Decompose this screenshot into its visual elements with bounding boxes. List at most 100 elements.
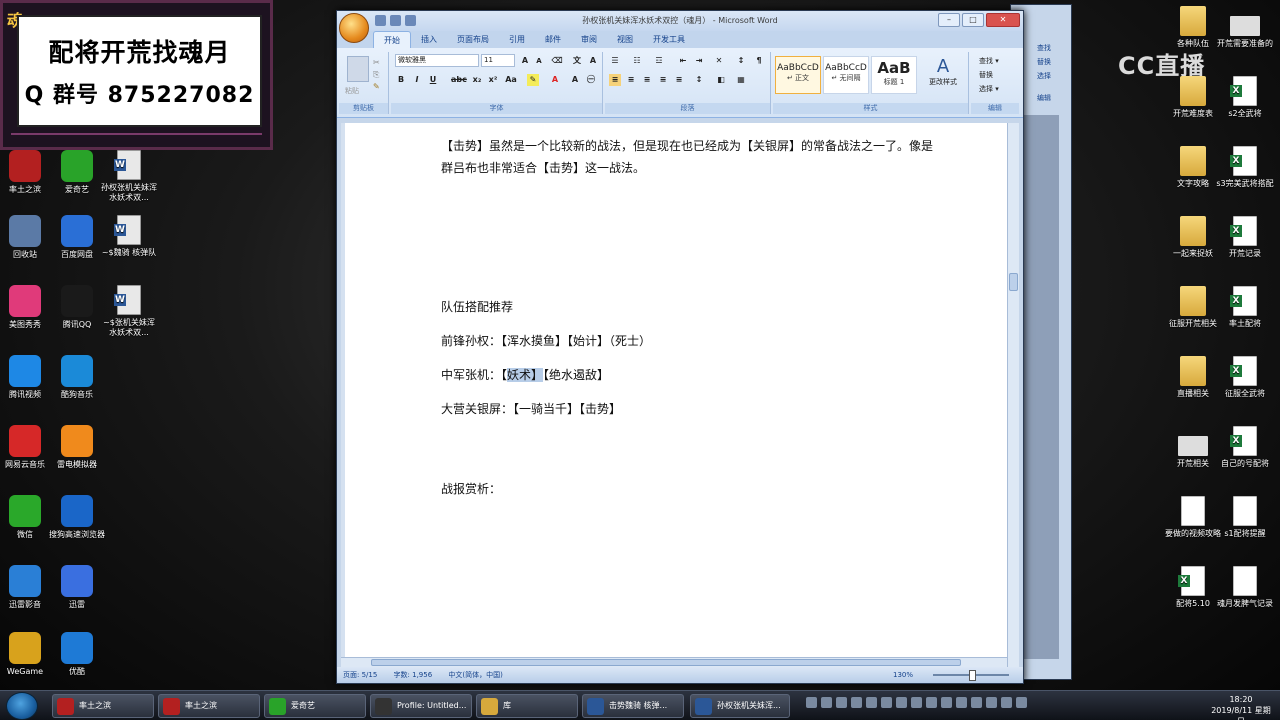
desktop-icon[interactable]: s2全武将 <box>1216 76 1274 119</box>
paragraph-jishi[interactable]: 【击势】虽然是一个比较新的战法，但是现在也已经成为【关银屏】的常备战法之一了。像… <box>441 135 941 179</box>
desktop-icon[interactable]: 回收站 <box>0 215 54 260</box>
highlight-icon[interactable]: ✎ <box>527 74 539 86</box>
paragraph-report[interactable]: 战报赏析： <box>441 481 941 498</box>
tray-icon[interactable] <box>1016 697 1027 708</box>
replace-label[interactable]: 替换 <box>1037 57 1051 67</box>
word-count[interactable]: 字数: 1,956 <box>394 671 433 679</box>
tab-mailings[interactable]: 邮件 <box>535 31 571 48</box>
tab-insert[interactable]: 插入 <box>411 31 447 48</box>
tab-review[interactable]: 审阅 <box>571 31 607 48</box>
hscroll-thumb[interactable] <box>371 659 961 666</box>
paragraph-camp[interactable]: 大营关银屏：【一骑当千】【击势】 <box>441 401 941 418</box>
align-right-icon[interactable]: ≡ <box>641 74 653 86</box>
borders-icon[interactable]: ▦ <box>735 74 747 86</box>
paragraph-center[interactable]: 中军张机：【妖术】【绝水遏敌】 <box>441 367 941 384</box>
align-left-icon[interactable]: ≡ <box>609 74 621 86</box>
desktop-icon[interactable]: ~$张机关妹浑水妖术双... <box>100 285 158 338</box>
tab-view[interactable]: 视图 <box>607 31 643 48</box>
find-button[interactable]: 查找 ▾ <box>979 56 999 66</box>
desktop-icon[interactable]: 直播相关 <box>1164 356 1222 399</box>
desktop-icon[interactable]: 魂月发脾气记录 <box>1216 566 1274 609</box>
desktop-icon[interactable]: 开荒难度表 <box>1164 76 1222 119</box>
desktop-icon[interactable]: 开荒需要准备的 <box>1216 6 1274 49</box>
desktop-icon[interactable]: 迅雷 <box>48 565 106 610</box>
find-label[interactable]: 查找 <box>1037 43 1051 53</box>
tray-icon[interactable] <box>911 697 922 708</box>
paste-label[interactable]: 粘贴 <box>345 86 359 96</box>
desktop-icon[interactable]: 搜狗高速浏览器 <box>48 495 106 540</box>
redo-icon[interactable] <box>405 15 416 26</box>
desktop-icon[interactable]: 雷电模拟器 <box>48 425 106 470</box>
desktop-icon[interactable]: 开荒记录 <box>1216 216 1274 259</box>
taskbar-button[interactable]: 库 <box>476 694 578 718</box>
desktop-icon[interactable]: 迅雷影音 <box>0 565 54 610</box>
format-painter-icon[interactable]: ✎ <box>373 82 380 91</box>
strikethrough-icon[interactable]: abc <box>451 74 467 86</box>
tab-developer[interactable]: 开发工具 <box>643 31 695 48</box>
desktop-icon[interactable]: 各种队伍 <box>1164 6 1222 49</box>
tray-icon[interactable] <box>986 697 997 708</box>
taskbar-button[interactable]: 击势魏骑 核弹... <box>582 694 684 718</box>
subscript-icon[interactable]: x₂ <box>471 74 483 86</box>
desktop-icon[interactable]: s1配将提醒 <box>1216 496 1274 539</box>
desktop-icon[interactable]: 微信 <box>0 495 54 540</box>
line-spacing-icon[interactable]: ↕ <box>693 74 705 86</box>
change-styles-button[interactable]: A 更改样式 <box>923 56 963 87</box>
desktop-icon[interactable]: 征服全武将 <box>1216 356 1274 399</box>
tray-icon[interactable] <box>926 697 937 708</box>
tray-icon[interactable] <box>896 697 907 708</box>
desktop-icon[interactable]: 美图秀秀 <box>0 285 54 330</box>
underline-icon[interactable]: U <box>427 74 439 86</box>
enclose-char-icon[interactable]: ㊀ <box>585 74 597 86</box>
shading-icon[interactable]: ◧ <box>715 74 727 86</box>
scroll-thumb[interactable] <box>1009 273 1018 291</box>
tray-icon[interactable] <box>971 697 982 708</box>
style-heading-1[interactable]: AaB 标题 1 <box>871 56 917 94</box>
desktop-icon[interactable]: WeGame <box>0 632 54 677</box>
replace-button[interactable]: 替换 <box>979 70 993 80</box>
zoom-slider[interactable] <box>933 670 1009 681</box>
selected-text[interactable]: 妖术】 <box>507 368 544 382</box>
word-window[interactable]: 孙权张机关妹浑水妖术双控（魂月） - Microsoft Word – □ ✕ … <box>336 10 1024 684</box>
document-page[interactable]: 【击势】虽然是一个比较新的战法，但是现在也已经成为【关银屏】的常备战法之一了。像… <box>345 123 1009 667</box>
style-no-spacing[interactable]: AaBbCcD ↵ 无间隔 <box>823 56 869 94</box>
taskbar-button[interactable]: Profile: Untitled... <box>370 694 472 718</box>
tray-icon[interactable] <box>836 697 847 708</box>
close-button[interactable]: ✕ <box>986 13 1020 27</box>
tray-icon[interactable] <box>941 697 952 708</box>
desktop-icon[interactable]: 开荒相关 <box>1164 426 1222 469</box>
page-count[interactable]: 页面: 5/15 <box>343 671 377 679</box>
minimize-button[interactable]: – <box>938 13 960 27</box>
tab-home[interactable]: 开始 <box>373 31 411 48</box>
save-icon[interactable] <box>375 15 386 26</box>
style-normal[interactable]: AaBbCcD ↵ 正文 <box>775 56 821 94</box>
taskbar-button[interactable]: 爱奇艺 <box>264 694 366 718</box>
copy-icon[interactable]: ⎘ <box>373 70 379 80</box>
tray-icon[interactable] <box>821 697 832 708</box>
taskbar-button[interactable]: 率土之滨 <box>52 694 154 718</box>
clock[interactable]: 18:20 2019/8/11 星期日 <box>1208 694 1274 720</box>
chinese-layout-icon[interactable]: ✕ <box>713 55 725 67</box>
undo-icon[interactable] <box>390 15 401 26</box>
desktop-icon[interactable]: 一起来捉妖 <box>1164 216 1222 259</box>
sort-icon[interactable]: ↕ <box>735 55 747 67</box>
increase-indent-icon[interactable]: ⇥ <box>693 55 705 67</box>
desktop-icon[interactable]: s3完美武将搭配 <box>1216 146 1274 189</box>
tray-icon[interactable] <box>881 697 892 708</box>
desktop-icon[interactable]: 率土之滨 <box>0 150 54 195</box>
desktop-icon[interactable]: 百度网盘 <box>48 215 106 260</box>
tray-icon[interactable] <box>851 697 862 708</box>
desktop-icon[interactable]: 文字攻略 <box>1164 146 1222 189</box>
select-button[interactable]: 选择 ▾ <box>979 84 999 94</box>
shrink-font-icon[interactable]: A <box>533 55 545 67</box>
desktop-icon[interactable]: 孙权张机关妹浑水妖术双... <box>100 150 158 203</box>
paragraph-team-heading[interactable]: 队伍搭配推荐 <box>441 299 941 316</box>
desktop-icon[interactable]: 要做的视频攻略 <box>1164 496 1222 539</box>
desktop-icon[interactable]: 腾讯QQ <box>48 285 106 330</box>
tab-references[interactable]: 引用 <box>499 31 535 48</box>
tray-icon[interactable] <box>1001 697 1012 708</box>
font-name-select[interactable]: 微软雅黑 <box>395 54 479 67</box>
paste-icon[interactable] <box>347 56 369 82</box>
italic-icon[interactable]: I <box>411 74 423 86</box>
font-size-select[interactable]: 11 <box>481 54 515 67</box>
